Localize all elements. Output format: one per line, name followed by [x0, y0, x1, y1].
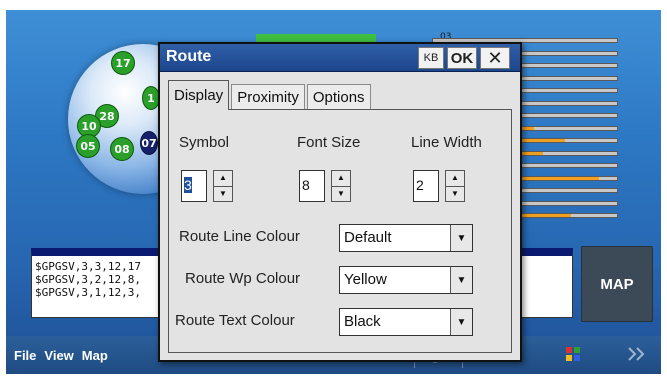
symbol-spinner: 3 ▲ ▼	[181, 170, 233, 202]
symbol-label: Symbol	[179, 134, 230, 151]
dropdown-arrow-icon[interactable]: ▼	[450, 225, 472, 251]
map-button[interactable]: MAP	[581, 246, 653, 322]
font-size-input[interactable]: 8	[299, 170, 325, 202]
close-button[interactable]: ✕	[480, 47, 510, 69]
route-wp-colour-select[interactable]: Yellow ▼	[339, 266, 473, 294]
font-size-down-button[interactable]: ▼	[331, 186, 351, 202]
menu-map[interactable]: Map	[82, 348, 108, 363]
tab-options[interactable]: Options	[306, 84, 371, 110]
font-size-up-button[interactable]: ▲	[331, 170, 351, 187]
triangle-up-icon: ▲	[219, 173, 227, 183]
color-grid-icon[interactable]	[562, 344, 584, 364]
line-width-input[interactable]: 2	[413, 170, 439, 202]
route-text-colour-label: Route Text Colour	[175, 312, 295, 329]
symbol-spin-buttons: ▲ ▼	[213, 170, 233, 202]
symbol-down-button[interactable]: ▼	[213, 186, 233, 202]
chevron-right-icon[interactable]	[626, 344, 648, 364]
display-tab-panel: Symbol Font Size Line Width 3 ▲ ▼ 8 ▲ ▼ …	[168, 109, 512, 353]
menu-file[interactable]: File	[14, 348, 36, 363]
app-screen: 17 1 28 10 05 08 07 03 $GPGSV,3,3,12,17 …	[6, 10, 661, 374]
triangle-up-icon: ▲	[337, 173, 345, 183]
route-wp-colour-value: Yellow	[344, 271, 387, 288]
triangle-down-icon: ▼	[451, 188, 459, 198]
font-size-spinner: 8 ▲ ▼	[299, 170, 351, 202]
font-size-spin-buttons: ▲ ▼	[331, 170, 351, 202]
satellite-marker: 17	[111, 51, 135, 75]
symbol-input[interactable]: 3	[181, 170, 207, 202]
line-width-spinner: 2 ▲ ▼	[413, 170, 465, 202]
route-wp-colour-label: Route Wp Colour	[185, 270, 301, 287]
close-icon: ✕	[487, 47, 503, 68]
route-text-colour-value: Black	[344, 313, 381, 330]
tab-proximity[interactable]: Proximity	[231, 84, 305, 110]
dropdown-arrow-icon[interactable]: ▼	[450, 267, 472, 293]
line-width-label: Line Width	[411, 134, 482, 151]
dialog-title: Route	[166, 48, 212, 65]
dialog-tabs: Display Proximity Options	[168, 80, 373, 110]
line-width-down-button[interactable]: ▼	[445, 186, 465, 202]
line-width-spin-buttons: ▲ ▼	[445, 170, 465, 202]
route-dialog: Route KB OK ✕ Display Proximity Options …	[158, 42, 522, 362]
route-line-colour-label: Route Line Colour	[179, 228, 300, 245]
triangle-up-icon: ▲	[451, 173, 459, 183]
dialog-titlebar: Route KB OK ✕	[160, 44, 520, 72]
ok-button[interactable]: OK	[447, 47, 477, 69]
satellite-marker: 05	[76, 134, 100, 158]
dropdown-arrow-icon[interactable]: ▼	[450, 309, 472, 335]
route-line-colour-select[interactable]: Default ▼	[339, 224, 473, 252]
symbol-up-button[interactable]: ▲	[213, 170, 233, 187]
satellite-marker: 07	[140, 131, 158, 155]
keyboard-button[interactable]: KB	[418, 47, 444, 69]
route-text-colour-select[interactable]: Black ▼	[339, 308, 473, 336]
route-line-colour-value: Default	[344, 229, 392, 246]
satellite-marker: 08	[110, 137, 134, 161]
triangle-down-icon: ▼	[337, 188, 345, 198]
font-size-label: Font Size	[297, 134, 361, 151]
menu-view[interactable]: View	[44, 348, 73, 363]
tab-display[interactable]: Display	[168, 80, 230, 110]
line-width-up-button[interactable]: ▲	[445, 170, 465, 187]
triangle-down-icon: ▼	[219, 188, 227, 198]
